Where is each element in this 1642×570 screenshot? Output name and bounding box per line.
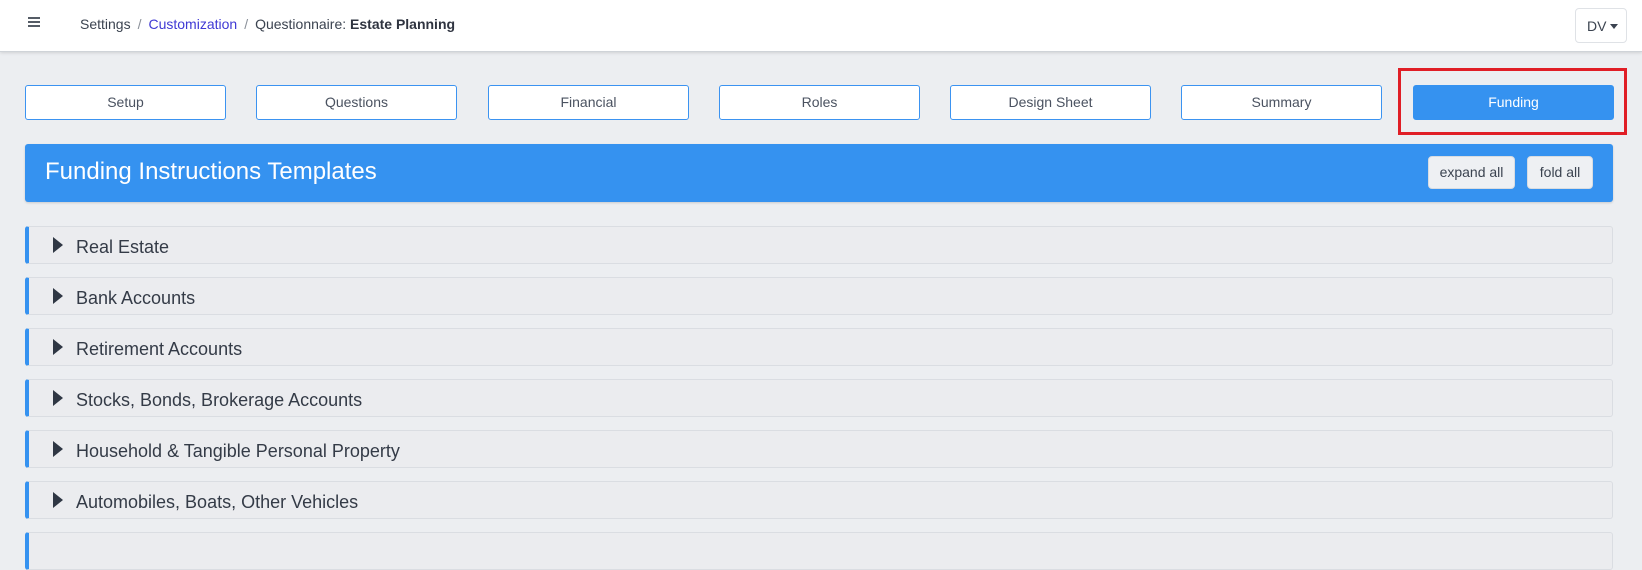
accordion-label: Automobiles, Boats, Other Vehicles (76, 492, 359, 512)
section-banner: Funding Instructions Templates expand al… (25, 144, 1613, 202)
user-initials: DV (1587, 18, 1607, 34)
caret-down-icon (1610, 24, 1618, 29)
tab-financial[interactable]: Financial (488, 85, 689, 120)
tab-summary[interactable]: Summary (1181, 85, 1382, 120)
fold-all-button[interactable]: fold all (1527, 156, 1593, 189)
caret-right-icon (53, 390, 63, 406)
accordion-bank-accounts[interactable]: Bank Accounts (25, 277, 1613, 315)
accordion-household-property[interactable]: Household & Tangible Personal Property (25, 430, 1613, 468)
tab-questions[interactable]: Questions (256, 85, 457, 120)
accordion-stocks-bonds[interactable]: Stocks, Bonds, Brokerage Accounts (25, 379, 1613, 417)
accordion-retirement-accounts[interactable]: Retirement Accounts (25, 328, 1613, 366)
tab-funding[interactable]: Funding (1413, 85, 1614, 120)
breadcrumb-separator: / (137, 16, 142, 32)
top-navbar: Settings / Customization / Questionnaire: Es… (0, 0, 1642, 52)
caret-right-icon (53, 492, 63, 508)
breadcrumb-questionnaire-name: Estate Planning (350, 16, 456, 32)
tab-design-sheet[interactable]: Design Sheet (950, 85, 1151, 120)
breadcrumb-customization[interactable]: Customization (148, 16, 237, 32)
caret-right-icon (53, 339, 63, 355)
user-menu-button[interactable]: DV (1575, 8, 1627, 43)
breadcrumb-settings[interactable]: Settings (80, 16, 131, 32)
breadcrumb-questionnaire-label: Questionnaire: (255, 16, 347, 32)
caret-right-icon (53, 288, 63, 304)
hamburger-icon[interactable] (26, 14, 42, 30)
expand-all-button[interactable]: expand all (1428, 156, 1515, 189)
accordion-label: Bank Accounts (76, 288, 196, 308)
accordion-automobiles-boats[interactable]: Automobiles, Boats, Other Vehicles (25, 481, 1613, 519)
breadcrumb: Settings / Customization / Questionnaire: Es… (80, 16, 455, 32)
tab-setup[interactable]: Setup (25, 85, 226, 120)
caret-right-icon (53, 237, 63, 253)
accordion-partial[interactable] (25, 532, 1613, 570)
accordion-label: Stocks, Bonds, Brokerage Accounts (76, 390, 363, 410)
accordion-real-estate[interactable]: Real Estate (25, 226, 1613, 264)
tab-roles[interactable]: Roles (719, 85, 920, 120)
breadcrumb-separator: / (244, 16, 249, 32)
caret-right-icon (53, 441, 63, 457)
accordion-label: Real Estate (76, 237, 170, 257)
accordion-label: Retirement Accounts (76, 339, 243, 359)
page-title: Funding Instructions Templates (45, 158, 377, 185)
accordion-label: Household & Tangible Personal Property (76, 441, 400, 461)
